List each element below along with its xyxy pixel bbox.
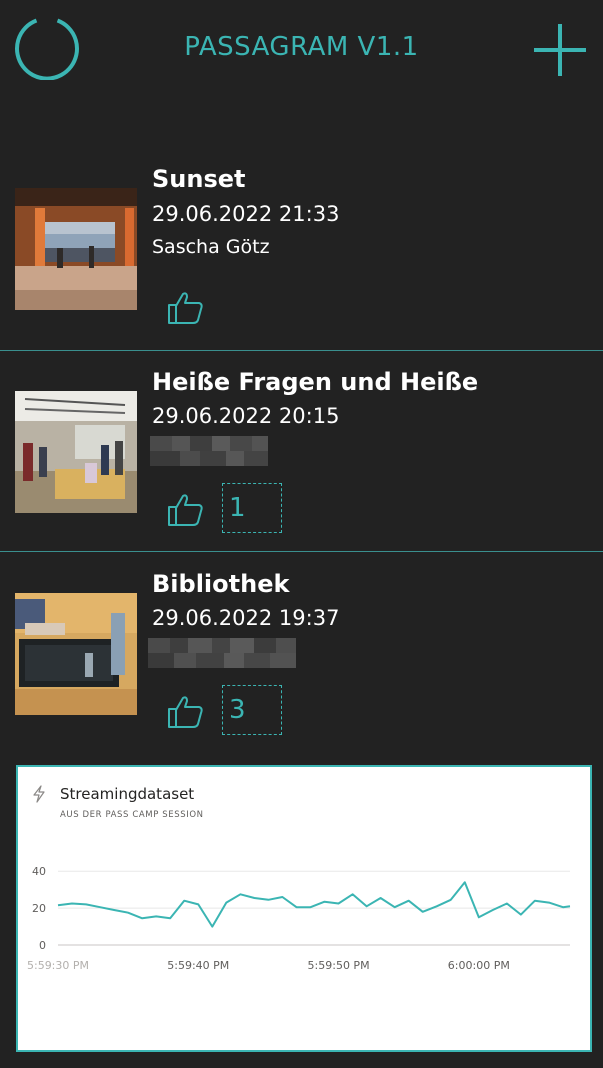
post-thumbnail[interactable] bbox=[15, 391, 137, 513]
post-title: Sunset bbox=[152, 165, 246, 193]
y-tick-label: 20 bbox=[32, 902, 46, 915]
line-chart: 40 20 0 5:59:30 PM 5:59:40 PM 5:59:50 PM 6:00:… bbox=[27, 865, 571, 972]
x-tick-label: 5:59:40 PM bbox=[167, 959, 229, 972]
post-datetime: 29.06.2022 21:33 bbox=[152, 202, 340, 226]
plus-icon[interactable] bbox=[532, 22, 588, 78]
thumbs-up-icon[interactable] bbox=[166, 492, 206, 528]
like-count: 1 bbox=[222, 483, 282, 533]
thumbs-up-icon[interactable] bbox=[166, 290, 206, 326]
post-datetime: 29.06.2022 20:15 bbox=[152, 404, 340, 428]
y-tick-label: 0 bbox=[39, 939, 46, 952]
post-divider bbox=[0, 551, 603, 552]
like-count: 3 bbox=[222, 685, 282, 735]
post-title: Heiße Fragen und Heiße bbox=[152, 368, 479, 396]
series-line bbox=[57, 881, 571, 928]
app-title: PASSAGRAM V1.1 bbox=[184, 32, 419, 62]
post-author-redacted bbox=[150, 436, 270, 466]
x-tick-label: 6:00:00 PM bbox=[448, 959, 510, 972]
x-tick-label: 5:59:30 PM bbox=[27, 959, 89, 972]
app-header: PASSAGRAM V1.1 bbox=[0, 0, 603, 100]
thumbs-up-icon[interactable] bbox=[166, 694, 206, 730]
streaming-chart-card: Streamingdataset AUS DER PASS CAMP SESSI… bbox=[16, 765, 592, 1052]
post-author: Sascha Götz bbox=[152, 236, 270, 258]
post-thumbnail[interactable] bbox=[15, 188, 137, 310]
post-author-redacted bbox=[148, 638, 298, 668]
x-tick-label: 5:59:50 PM bbox=[308, 959, 370, 972]
y-tick-label: 40 bbox=[32, 865, 46, 878]
post-datetime: 29.06.2022 19:37 bbox=[152, 606, 340, 630]
post-title: Bibliothek bbox=[152, 570, 290, 598]
post-thumbnail[interactable] bbox=[15, 593, 137, 715]
post-divider bbox=[0, 350, 603, 351]
